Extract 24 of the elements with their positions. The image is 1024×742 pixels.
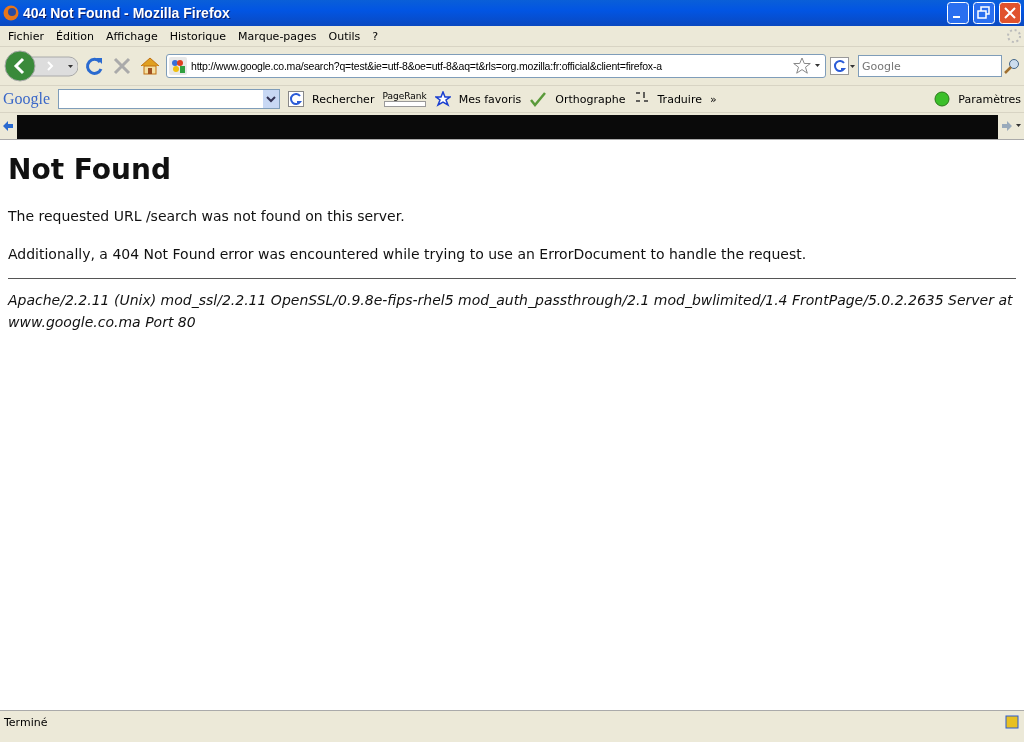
search-field[interactable]: Google bbox=[858, 55, 1002, 77]
menu-item[interactable]: Fichier bbox=[2, 29, 50, 43]
toolbar-button[interactable]: Traduire bbox=[657, 92, 702, 106]
toolbar-button[interactable]: Paramètres bbox=[958, 92, 1021, 106]
menu-item[interactable]: Historique bbox=[163, 29, 233, 43]
menu-item[interactable]: Édition bbox=[49, 29, 100, 43]
google-logo: Google bbox=[3, 90, 51, 108]
toolbar-button[interactable]: Rechercher bbox=[312, 92, 375, 106]
page-heading: Not Found bbox=[8, 152, 172, 186]
paragraph: The requested URL /search was not found on this server. bbox=[8, 208, 406, 224]
window-title: 404 Not Found - Mozilla Firefox bbox=[23, 5, 231, 21]
server-signature: Apache/2.2.11 (Unix) mod_ssl/2.2.11 OpenSSL/0.9.8e-fips-rhel5 mod_auth_passthrough/2.1 mod_bwlimited/1.4 FrontPage/5.0.2.2635 Server at www.google.co.ma Port 80 bbox=[8, 291, 1014, 332]
toolbar-button[interactable]: Orthographe bbox=[555, 92, 626, 106]
status-text: Terminé bbox=[4, 715, 49, 729]
toolbar-button[interactable]: Mes favoris bbox=[458, 92, 522, 106]
more-button[interactable]: » bbox=[709, 92, 717, 106]
menu-item[interactable]: Marque-pages bbox=[232, 29, 323, 43]
paragraph: Additionally, a 404 Not Found error was encountered while trying to use an ErrorDocument to handle the request. bbox=[8, 246, 808, 262]
menu-item[interactable]: Affichage bbox=[100, 29, 164, 43]
pagerank-meter: PageRank bbox=[382, 91, 427, 107]
menu-item[interactable]: ? bbox=[366, 29, 385, 43]
url-text: http://www.google.co.ma/search?q=test&ie=utf-8&oe=utf-8&aq=t&rls=org.mozilla:fr:official&client=firefox-a bbox=[191, 60, 663, 72]
menu-item[interactable]: Outils bbox=[322, 29, 367, 43]
address-field[interactable]: http://www.google.co.ma/search?q=test&ie=utf-8&oe=utf-8&aq=t&rls=org.mozilla:fr:official&client=firefox-a bbox=[166, 54, 826, 78]
